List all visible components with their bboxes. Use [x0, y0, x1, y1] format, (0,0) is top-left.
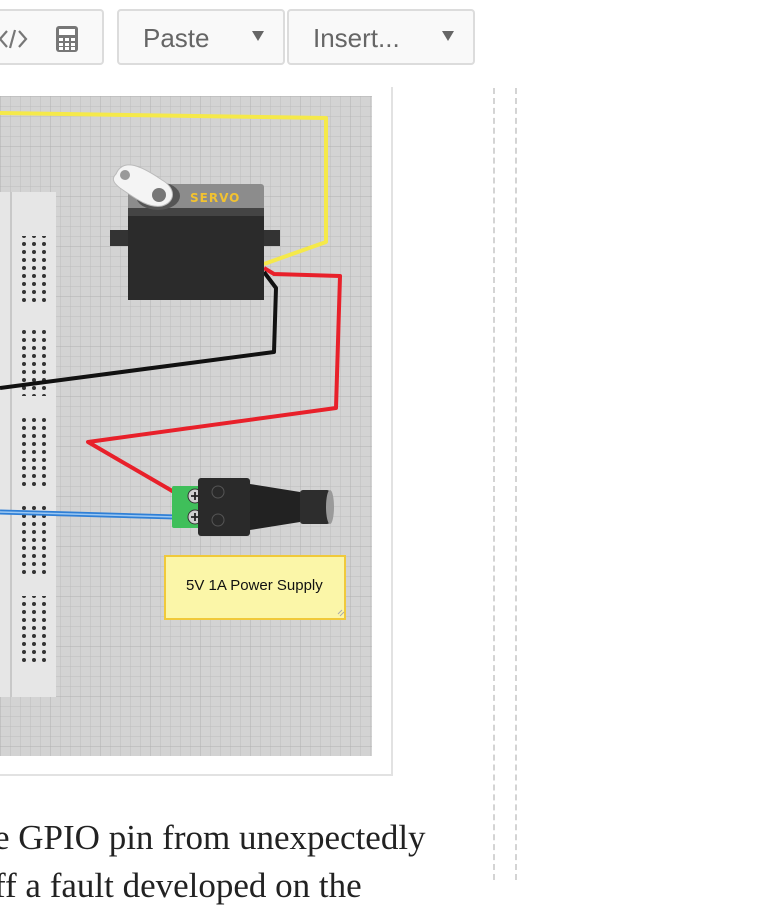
insert-label: Insert...	[313, 23, 400, 53]
circuit-diagram: SERVO 5V 1A Power Supply	[0, 96, 372, 756]
sidebar-divider	[493, 88, 495, 880]
calculator-icon[interactable]	[54, 25, 80, 58]
article-line: ff a fault developed on the	[0, 866, 362, 905]
sticky-note-icon: 5V 1A Power Supply	[164, 555, 346, 620]
breadboard-icon	[0, 192, 56, 697]
chevron-down-icon	[252, 31, 264, 41]
sidebar-divider	[515, 88, 517, 880]
code-tools-group	[0, 9, 104, 65]
power-supply-note: 5V 1A Power Supply	[186, 577, 323, 594]
insert-dropdown[interactable]: Insert...	[287, 9, 475, 65]
servo-icon: SERVO	[110, 164, 280, 300]
chevron-down-icon	[442, 31, 454, 41]
paste-label: Paste	[143, 23, 210, 53]
code-icon[interactable]	[0, 27, 28, 56]
article-body: e GPIO pin from unexpectedly ff a fault …	[0, 814, 464, 910]
paste-dropdown[interactable]: Paste	[117, 9, 285, 65]
servo-label: SERVO	[190, 191, 240, 205]
article-line: e GPIO pin from unexpectedly	[0, 818, 426, 857]
